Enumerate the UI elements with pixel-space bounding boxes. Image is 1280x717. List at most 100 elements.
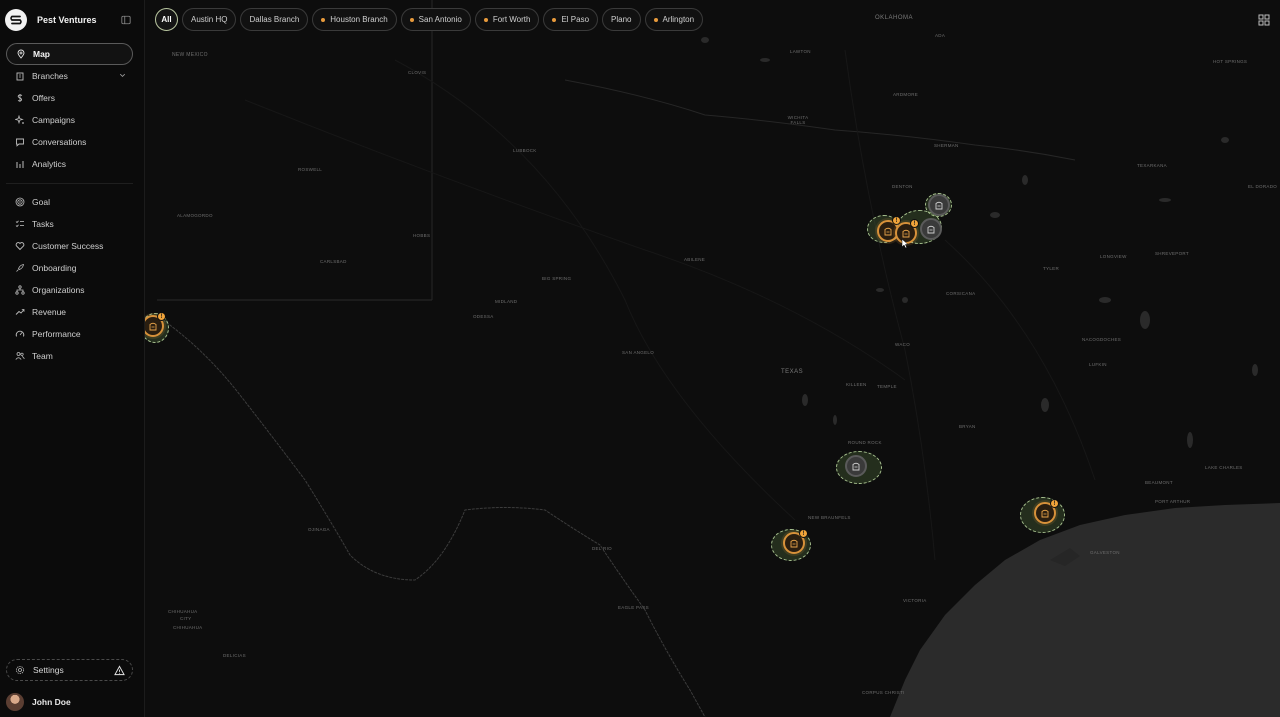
map-label: HOBBS <box>413 233 431 238</box>
map-label: CITY <box>180 616 192 621</box>
sidebar-item-label: Analytics <box>32 159 67 169</box>
map-label: WICHITA FALLS <box>787 115 809 125</box>
branch-marker[interactable] <box>920 218 942 240</box>
sidebar-item-label: Onboarding <box>32 263 77 273</box>
filter-chip-label: Arlington <box>662 15 695 24</box>
map-label: BEAUMONT <box>1145 480 1173 485</box>
filter-chip-label: Fort Worth <box>492 15 531 24</box>
sidebar-item-onboarding[interactable]: Onboarding <box>6 257 133 279</box>
map-label: ABILENE <box>684 257 706 262</box>
map-base-layer <box>157 0 1280 717</box>
settings-button[interactable]: Settings <box>6 659 133 681</box>
map-label: NEW BRAUNFELS <box>808 515 851 520</box>
org-tree-icon <box>14 285 25 296</box>
grid-layout-icon[interactable] <box>1258 14 1270 26</box>
filter-chip-dallas-branch[interactable]: Dallas Branch <box>240 8 309 31</box>
sidebar-item-label: Performance <box>32 329 81 339</box>
filter-chip-austin-hq[interactable]: Austin HQ <box>182 8 237 31</box>
filter-chip-label: All <box>161 15 172 24</box>
building-icon <box>927 225 935 234</box>
filter-chip-all[interactable]: All <box>155 8 178 31</box>
sidebar-item-label: Branches <box>32 71 68 81</box>
sidebar-item-label: Revenue <box>32 307 67 317</box>
map-label: ALAMOGORDO <box>177 213 213 218</box>
map-label: LAWTON <box>790 49 811 54</box>
sidebar-item-tasks[interactable]: Tasks <box>6 213 133 235</box>
sidebar-item-performance[interactable]: Performance <box>6 323 133 345</box>
branch-marker[interactable] <box>845 455 867 477</box>
filter-chip-plano[interactable]: Plano <box>602 8 641 31</box>
filter-chip-label: Plano <box>611 15 632 24</box>
map-label: CHIHUAHUA <box>173 625 203 630</box>
sidebar-item-customer-success[interactable]: Customer Success <box>6 235 133 257</box>
map-label: PORT ARTHUR <box>1155 499 1191 504</box>
gauge-icon <box>14 329 25 340</box>
sidebar-item-label: Goal <box>32 197 50 207</box>
sidebar-item-label: Tasks <box>32 219 54 229</box>
cursor-icon <box>901 238 909 249</box>
sidebar-item-offers[interactable]: Offers <box>6 87 133 109</box>
user-profile[interactable]: John Doe <box>6 692 71 712</box>
map-label: CLOVIS <box>408 70 427 75</box>
alert-badge: ! <box>157 312 166 321</box>
map-label: CORPUS CHRISTI <box>862 690 905 695</box>
map-label: LAKE CHARLES <box>1205 465 1243 470</box>
map-label: OJINAGA <box>308 527 330 532</box>
brand[interactable]: Pest Ventures <box>5 8 137 32</box>
sidebar-item-analytics[interactable]: Analytics <box>6 153 133 175</box>
sidebar-item-map[interactable]: Map <box>6 43 133 65</box>
map-label: SAN ANGELO <box>622 350 655 355</box>
sidebar-item-team[interactable]: Team <box>6 345 133 367</box>
brand-name: Pest Ventures <box>37 15 97 25</box>
map-label: VICTORIA <box>903 598 927 603</box>
sidebar-item-organizations[interactable]: Organizations <box>6 279 133 301</box>
sidebar-nav: Map Branches Offers Campaigns Conversati… <box>6 43 133 367</box>
building-icon <box>902 229 910 238</box>
filter-chip-fort-worth[interactable]: Fort Worth <box>474 8 540 31</box>
map-pin-icon <box>15 49 26 60</box>
sidebar-item-conversations[interactable]: Conversations <box>6 131 133 153</box>
alert-badge: ! <box>910 219 919 228</box>
map-canvas[interactable]: OKLAHOMA NEW MEXICO TEXAS LAWTON ADA CLO… <box>145 0 1280 717</box>
map-label: KILLEEN <box>846 382 867 387</box>
sidebar-item-branches[interactable]: Branches <box>6 65 133 87</box>
alert-dot-icon <box>653 17 658 22</box>
map-label: GALVESTON <box>1090 550 1120 555</box>
sidebar-item-label: Offers <box>32 93 55 103</box>
users-icon <box>14 351 25 362</box>
filter-chip-arlington[interactable]: Arlington <box>644 8 704 31</box>
avatar <box>6 693 24 711</box>
filter-chip-houston-branch[interactable]: Houston Branch <box>312 8 397 31</box>
sparkle-icon <box>14 115 25 126</box>
map-label: ODESSA <box>473 314 494 319</box>
map-label: MIDLAND <box>495 299 518 304</box>
gear-icon <box>15 665 26 676</box>
filter-chip-label: San Antonio <box>418 15 462 24</box>
branch-marker[interactable] <box>928 194 950 216</box>
map-label: EAGLE PASS <box>618 605 649 610</box>
sidebar-item-goal[interactable]: Goal <box>6 191 133 213</box>
map-label: NEW MEXICO <box>172 52 208 58</box>
sidebar-collapse-icon[interactable] <box>119 13 133 27</box>
sidebar-item-revenue[interactable]: Revenue <box>6 301 133 323</box>
map-label: BIG SPRING <box>542 276 572 281</box>
sidebar-item-label: Conversations <box>32 137 87 147</box>
map-label: HOT SPRINGS <box>1213 59 1248 64</box>
map-label: LUBBOCK <box>513 148 537 153</box>
map-label: OKLAHOMA <box>875 15 914 21</box>
sidebar-item-label: Map <box>33 49 50 59</box>
branch-filter-bar: All Austin HQ Dallas Branch Houston Bran… <box>155 8 704 31</box>
map-label: SHERMAN <box>934 143 959 148</box>
sidebar-item-campaigns[interactable]: Campaigns <box>6 109 133 131</box>
alert-dot-icon <box>483 17 488 22</box>
filter-chip-el-paso[interactable]: El Paso <box>543 8 599 31</box>
chat-icon <box>14 137 25 148</box>
building-icon <box>14 71 25 82</box>
chevron-down-icon[interactable] <box>118 71 127 80</box>
map-label: TEMPLE <box>877 384 897 389</box>
user-name: John Doe <box>32 697 71 707</box>
filter-chip-san-antonio[interactable]: San Antonio <box>400 8 471 31</box>
sidebar-item-label: Campaigns <box>32 115 75 125</box>
map-label: LONGVIEW <box>1100 254 1127 259</box>
map-label: DEL RIO <box>592 546 612 551</box>
